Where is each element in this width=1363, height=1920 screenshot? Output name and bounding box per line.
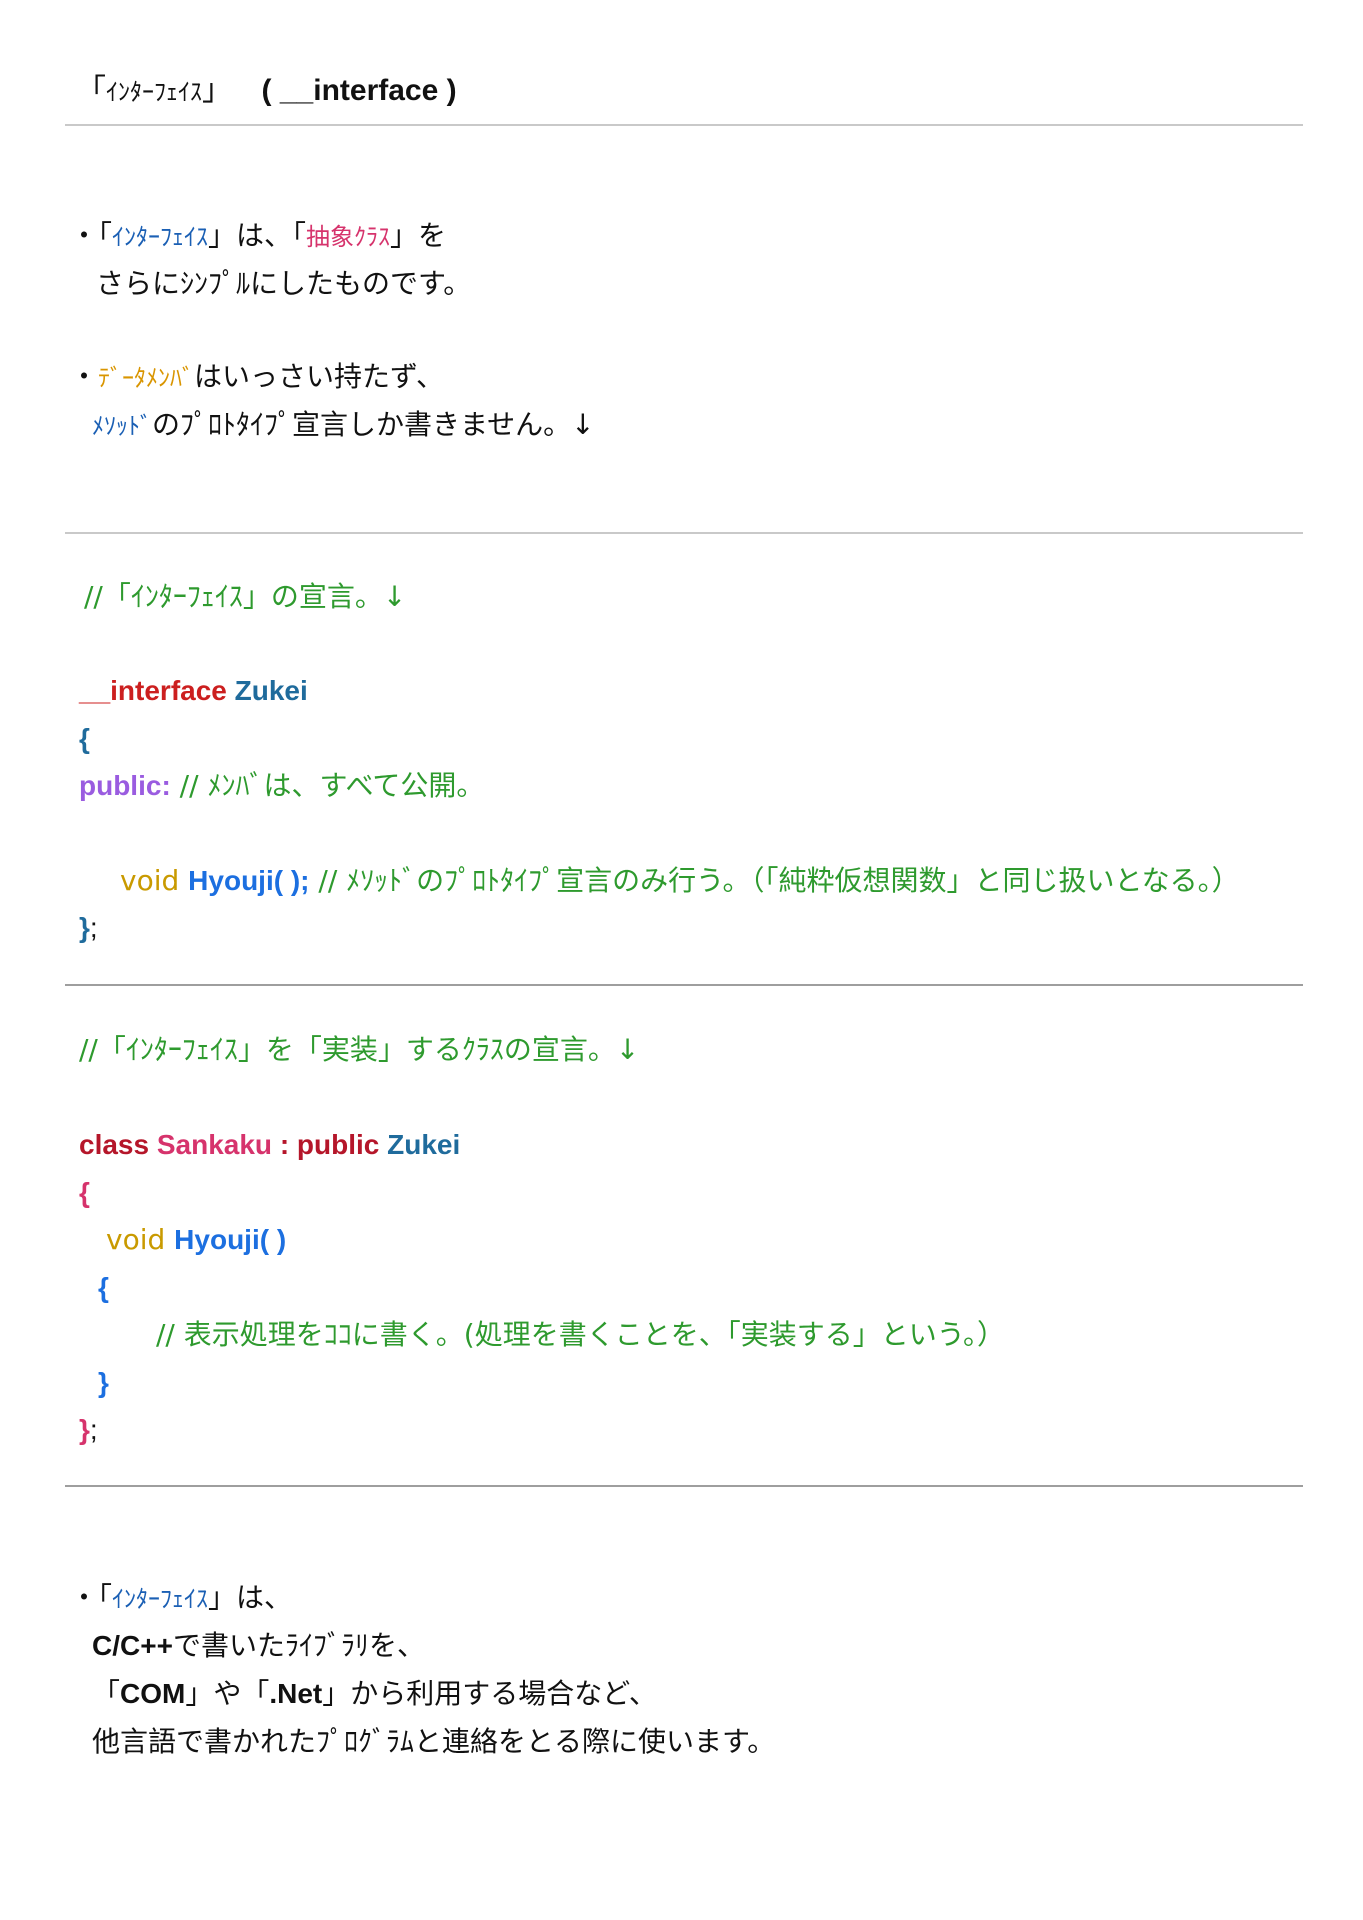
term-abstract-class: 抽象ｸﾗｽ [306,223,391,251]
intro-text: 」を [390,219,447,252]
intro-p2-line1: ・ﾃﾞｰﾀﾒﾝﾊﾞはいっさい持たず、 [70,360,444,395]
outro-line1: ・「ｲﾝﾀｰﾌｪｲｽ」は、 [70,1581,292,1616]
bullet: ・「 [70,1581,113,1614]
intro-text: はいっさい持たず、 [194,360,445,393]
outro-text: 」は、 [208,1581,293,1614]
base-name: Zukei [387,1129,461,1160]
divider-code2 [65,1485,1303,1487]
term-com: COM [120,1678,186,1709]
term-net: .Net [269,1678,323,1709]
semicolon: ; [89,912,98,943]
outro-text: 」から利用する場合など、 [322,1677,657,1710]
code2-open-brace: { [79,1177,90,1208]
code1-declaration: __interface Zukei [79,674,308,708]
intro-text: のﾌﾟﾛﾄﾀｲﾌﾟ宣言しか書きません。↓ [152,408,595,441]
keyword-interface: __interface [79,675,227,706]
keyword-public: public: [79,770,171,801]
outro-line2: C/C++で書いたﾗｲﾌﾞﾗﾘを、 [92,1629,425,1663]
divider-intro [65,532,1303,534]
class-name: Sankaku [156,1129,273,1160]
code1-close: }; [79,911,98,945]
bullet: ・ [70,360,99,393]
title-bracket-close: 」 [202,73,232,108]
page-title: 「ｲﾝﾀｰﾌｪｲｽ」 ( __interface ) [76,74,457,109]
code1-public-line: public: // ﾒﾝﾊﾞは、すべて公開。 [79,769,484,803]
code2-comment: //「ｲﾝﾀｰﾌｪｲｽ」を「実装」するｸﾗｽの宣言。↓ [79,1033,640,1066]
outro-text: 」や「 [185,1677,270,1710]
semicolon: ; [89,1414,98,1445]
term-cpp: C/C++ [92,1630,173,1661]
keyword-void: void [120,864,180,897]
code2-inner-open: { [98,1272,109,1303]
outro-text: で書いたﾗｲﾌﾞﾗﾘを、 [172,1629,425,1662]
divider-title [65,124,1303,126]
close-brace: } [79,912,90,943]
code1-comment: //「ｲﾝﾀｰﾌｪｲｽ」の宣言。↓ [84,580,407,613]
term-interface: ｲﾝﾀｰﾌｪｲｽ [112,223,209,251]
keyword-void: void [106,1223,166,1256]
method-hyouji: Hyouji( ) [174,1224,287,1255]
title-bracket-open: 「 [76,73,106,108]
method-hyouji: Hyouji( ); [188,865,310,896]
close-brace: } [79,1414,90,1445]
intro-p2-line2: ﾒｿｯﾄﾞのﾌﾟﾛﾄﾀｲﾌﾟ宣言しか書きません。↓ [92,408,595,443]
code1-method-line: void Hyouji( ); // ﾒｿｯﾄﾞのﾌﾟﾛﾄﾀｲﾌﾟ宣言のみ行う。… [120,864,1240,898]
interface-name: Zukei [234,675,308,706]
code2-close: }; [79,1413,98,1447]
title-en: ( __interface ) [261,74,457,107]
code1-method-comment: // ﾒｿｯﾄﾞのﾌﾟﾛﾄﾀｲﾌﾟ宣言のみ行う。（「純粋仮想関数」と同じ扱いとな… [318,864,1240,897]
term-data-member: ﾃﾞｰﾀﾒﾝﾊﾞ [98,364,195,392]
intro-p1-line2: さらにｼﾝﾌﾟﾙにしたものです。 [96,267,472,300]
outro-text: 「 [92,1677,121,1710]
title-jp: ｲﾝﾀｰﾌｪｲｽ [106,78,202,106]
intro-p1-line1: ・「ｲﾝﾀｰﾌｪｲｽ」は、「抽象ｸﾗｽ」を [70,219,446,254]
intro-text: 」は、「 [208,219,307,252]
divider-code1 [65,984,1303,986]
code2-declaration: class Sankaku : public Zukei [79,1128,460,1162]
term-method: ﾒｿｯﾄﾞ [92,412,152,440]
code2-method-line: void Hyouji( ) [106,1223,286,1257]
keyword-class: class [79,1129,150,1160]
code2-inner-close: } [98,1367,109,1398]
outro-line3: 「COM」や「.Net」から利用する場合など、 [92,1677,657,1711]
code1-open-brace: { [79,723,90,754]
code1-public-comment: // ﾒﾝﾊﾞは、すべて公開。 [179,769,485,802]
outro-line4: 他言語で書かれたﾌﾟﾛｸﾞﾗﾑと連絡をとる際に使います。 [92,1725,776,1758]
keyword-public: : public [279,1129,380,1160]
code2-body-comment: // 表示処理をｺｺに書く。(処理を書くことを、「実装する」という。） [156,1318,1006,1351]
term-interface: ｲﾝﾀｰﾌｪｲｽ [112,1585,209,1613]
bullet: ・「 [70,219,113,252]
